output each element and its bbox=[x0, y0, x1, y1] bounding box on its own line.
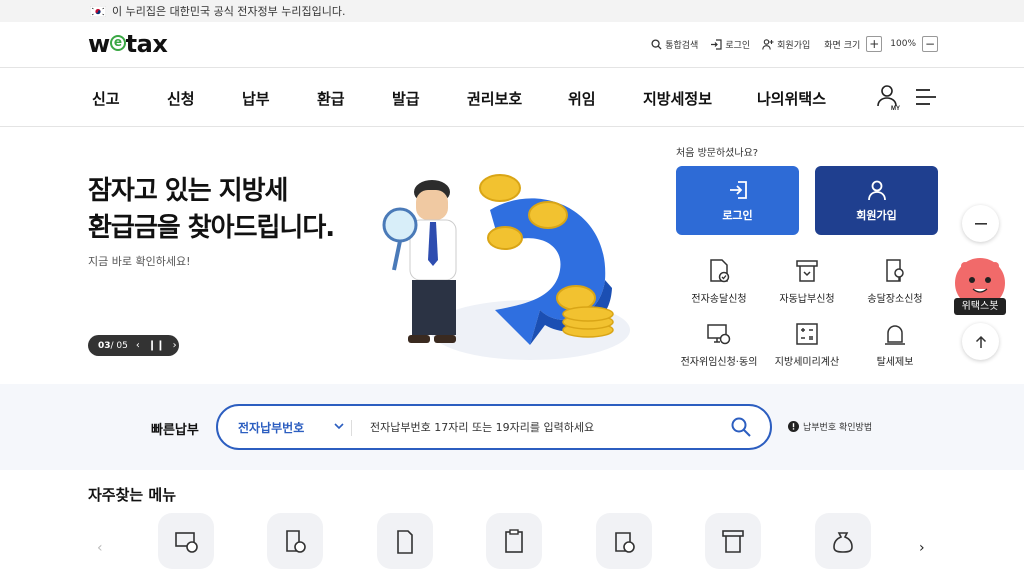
global-nav: 신고 신청 납부 환급 발급 권리보호 위임 지방세정보 나의위택스 MY bbox=[0, 69, 1024, 127]
service-tax-evasion-report[interactable]: 탈세제보 bbox=[840, 321, 950, 368]
nav-item-refund[interactable]: 환급 bbox=[317, 88, 345, 109]
signup-big-button[interactable]: 회원가입 bbox=[815, 166, 938, 235]
monitor-check-icon bbox=[175, 532, 198, 553]
payment-number-help-link[interactable]: 납부번호 확인방법 bbox=[788, 420, 872, 433]
zoom-out-button[interactable]: − bbox=[922, 36, 938, 52]
divider bbox=[351, 420, 352, 436]
favorite-item[interactable] bbox=[705, 513, 761, 569]
location-doc-icon bbox=[886, 259, 904, 282]
info-icon bbox=[788, 421, 799, 432]
zoom-out-float-button[interactable] bbox=[962, 205, 999, 242]
minus-icon bbox=[974, 222, 987, 225]
quick-pay-label: 빠른납부 bbox=[151, 423, 199, 438]
hamburger-icon bbox=[916, 89, 936, 105]
zoom-control: 화면 크기 + 100% − bbox=[824, 36, 938, 52]
scroll-top-button[interactable] bbox=[962, 323, 999, 360]
header: w e tax 통합검색 로그인 회원가입 화면 크기 + 100% − bbox=[0, 22, 1024, 68]
user-icon bbox=[867, 180, 886, 200]
gov-banner: 이 누리집은 대한민국 공식 전자정부 누리집입니다. bbox=[0, 0, 1024, 22]
favorite-item[interactable] bbox=[158, 513, 214, 569]
hero-illustration bbox=[382, 174, 630, 360]
arrow-up-icon bbox=[975, 335, 986, 348]
login-big-button[interactable]: 로그인 bbox=[676, 166, 799, 235]
quick-pay-box: 전자납부번호 bbox=[216, 404, 772, 450]
nav-item-report[interactable]: 신고 bbox=[92, 88, 120, 109]
utility-menu: 통합검색 로그인 회원가입 화면 크기 + 100% − bbox=[639, 36, 938, 52]
nav-item-rights[interactable]: 권리보호 bbox=[467, 88, 522, 109]
alarm-bell-icon bbox=[885, 325, 905, 345]
delegate-icon bbox=[707, 324, 731, 345]
favorite-item[interactable] bbox=[815, 513, 871, 569]
payment-type-select[interactable]: 전자납부번호 bbox=[238, 419, 304, 436]
signup-link[interactable]: 회원가입 bbox=[762, 38, 810, 51]
banner-pager: 03 / 05 ‹ ❙❙ › bbox=[88, 335, 179, 356]
login-link[interactable]: 로그인 bbox=[710, 38, 750, 51]
favorite-item[interactable] bbox=[596, 513, 652, 569]
svg-text:MY: MY bbox=[891, 106, 900, 112]
favorite-item[interactable] bbox=[267, 513, 323, 569]
hero-subtitle: 지금 바로 확인하세요! bbox=[88, 255, 191, 268]
favorite-item[interactable] bbox=[377, 513, 433, 569]
prev-banner-icon[interactable]: ‹ bbox=[136, 340, 140, 351]
pager-total: / 05 bbox=[110, 340, 128, 351]
auto-pay-icon bbox=[796, 260, 818, 282]
clipboard-won-icon bbox=[505, 529, 523, 553]
nav-item-pay[interactable]: 납부 bbox=[242, 88, 270, 109]
nav-item-apply[interactable]: 신청 bbox=[167, 88, 195, 109]
hero-title: 잠자고 있는 지방세 환급금을 찾아드립니다. bbox=[88, 176, 335, 243]
zoom-in-button[interactable]: + bbox=[866, 36, 883, 52]
my-page-button[interactable]: MY bbox=[876, 84, 902, 116]
all-menu-button[interactable] bbox=[916, 88, 936, 110]
my-user-icon: MY bbox=[877, 85, 900, 112]
next-banner-icon[interactable]: › bbox=[173, 340, 177, 351]
zoom-label: 화면 크기 bbox=[824, 40, 861, 51]
gov-banner-text: 이 누리집은 대한민국 공식 전자정부 누리집입니다. bbox=[112, 5, 346, 18]
integrated-search-link[interactable]: 통합검색 bbox=[651, 38, 698, 51]
payment-number-input[interactable] bbox=[370, 417, 710, 437]
calculator-icon bbox=[796, 323, 818, 345]
pause-banner-icon[interactable]: ❙❙ bbox=[148, 340, 165, 351]
nav-item-localtax-info[interactable]: 지방세정보 bbox=[643, 88, 712, 109]
document-check-icon bbox=[710, 259, 730, 283]
nav-item-my-wetax[interactable]: 나의위택스 bbox=[757, 88, 826, 109]
first-visit-text: 처음 방문하셨나요? bbox=[676, 148, 759, 159]
korea-flag-icon bbox=[90, 5, 106, 17]
document-won-icon bbox=[286, 530, 306, 553]
login-icon bbox=[711, 38, 722, 50]
wetax-logo[interactable]: w e tax bbox=[88, 30, 168, 58]
user-plus-icon bbox=[762, 38, 774, 50]
zoom-value: 100% bbox=[890, 39, 916, 49]
login-icon bbox=[729, 180, 747, 199]
favorites-title: 자주찾는 메뉴 bbox=[88, 486, 177, 504]
nav-item-delegate[interactable]: 위임 bbox=[568, 88, 596, 109]
document-icon bbox=[397, 530, 413, 554]
search-icon bbox=[651, 38, 662, 50]
nav-item-issue[interactable]: 발급 bbox=[392, 88, 420, 109]
bot-label[interactable]: 위택스봇 bbox=[954, 298, 1006, 315]
payment-terminal-icon bbox=[722, 530, 744, 553]
pager-current: 03 bbox=[98, 340, 111, 351]
money-bag-icon bbox=[833, 532, 853, 553]
chevron-down-icon[interactable] bbox=[333, 420, 345, 432]
service-delivery-place[interactable]: 송달장소신청 bbox=[840, 258, 950, 305]
search-icon[interactable] bbox=[730, 416, 752, 438]
tax-invoice-icon bbox=[615, 532, 635, 553]
favorite-item[interactable] bbox=[486, 513, 542, 569]
